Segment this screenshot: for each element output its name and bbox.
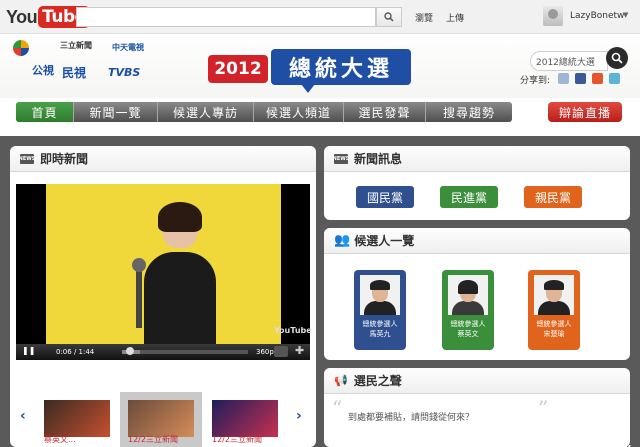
video-progress-bar[interactable]: [122, 347, 248, 355]
megaphone-icon: 📢: [334, 374, 348, 387]
nav-item-voices[interactable]: 選民發聲: [344, 102, 426, 122]
pts-logo-text: 公視: [32, 64, 54, 77]
video-frame: [46, 184, 281, 344]
youtube-top-bar: You Tube 瀏覽 上傳 LazyBonetw ▼: [0, 0, 640, 34]
chevron-right-icon[interactable]: ›: [296, 408, 302, 424]
nav-item-trends[interactable]: 搜尋趨勢: [426, 102, 512, 122]
live-news-header: NEWS 即時新聞: [10, 146, 316, 172]
youtube-watermark: YouTube: [274, 326, 312, 335]
avatar[interactable]: [543, 6, 563, 26]
upload-link[interactable]: 上傳: [446, 11, 464, 24]
news-info-header: NEWS 新聞訊息: [324, 146, 630, 172]
candidate-photo: [360, 275, 400, 315]
watermark-right: @ sogi.com.tw: [556, 428, 631, 447]
thumbnail-1-label[interactable]: 蔡英文...: [44, 434, 114, 445]
site-search-button[interactable]: [606, 47, 628, 69]
people-icon: 👥: [334, 233, 351, 248]
thumbnail-1[interactable]: [44, 400, 110, 437]
speaker-image: [144, 202, 216, 344]
pts-logo[interactable]: [10, 38, 32, 60]
thumbnail-2-label[interactable]: 12/2三立新聞: [128, 434, 198, 445]
candidate-card-ma[interactable]: 總統參選人 馬英九: [354, 270, 406, 350]
live-news-title: 即時新聞: [40, 152, 89, 166]
candidate-card-soong[interactable]: 總統參選人 宋楚瑜: [528, 270, 580, 350]
candidate-name: 馬英九: [369, 330, 391, 338]
thumbnail-2[interactable]: [128, 400, 194, 437]
main-nav: 首頁 新聞一覽 候選人專訪 候選人頻道 選民發聲 搜尋趨勢: [16, 102, 512, 122]
share-twitter-icon[interactable]: [609, 73, 620, 84]
progress-handle[interactable]: [125, 347, 134, 355]
ftv-logo[interactable]: 民視: [62, 64, 86, 81]
thumbnail-3[interactable]: [212, 400, 278, 437]
candidates-header: 👥 候選人一覽: [324, 228, 630, 254]
site-search-input[interactable]: 2012總統大選: [530, 51, 608, 71]
candidate-card-tsai[interactable]: 總統參選人 蔡英文: [442, 270, 494, 350]
candidate-name: 蔡英文: [457, 330, 479, 338]
candidates-title: 候選人一覽: [354, 234, 415, 248]
candidate-name: 宋楚瑜: [543, 330, 565, 338]
share-facebook-icon[interactable]: [575, 73, 586, 84]
search-icon: [384, 12, 394, 22]
party-kmt-button[interactable]: 國民黨: [356, 186, 414, 208]
open-quote-icon: “: [332, 396, 343, 420]
nav-item-news[interactable]: 新聞一覽: [74, 102, 158, 122]
youtube-search-button[interactable]: [376, 7, 402, 27]
nav-item-channels[interactable]: 候選人頻道: [254, 102, 344, 122]
logo-you-text: You: [6, 6, 38, 27]
ctitv-logo[interactable]: 中天電視: [112, 42, 144, 53]
chevron-down-icon[interactable]: ▼: [623, 11, 628, 19]
voter-voice-header: 📢 選民之聲: [324, 368, 630, 394]
nav-item-home[interactable]: 首頁: [16, 102, 74, 122]
page-title: 總統大選: [271, 49, 411, 93]
share-label: 分享到:: [520, 76, 551, 86]
voter-voice-title: 選民之聲: [353, 374, 402, 388]
nav-item-interviews[interactable]: 候選人專訪: [158, 102, 254, 122]
video-controls: ❚❚ 0:06 / 1:44 360p ✚: [16, 344, 310, 360]
close-quote-icon: ”: [538, 396, 549, 420]
video-thumbnails: ‹ 蔡英文... 12/2三立新聞 12/2三立新聞 ›: [16, 390, 310, 447]
video-time: 0:06 / 1:44: [56, 348, 95, 356]
username[interactable]: LazyBonetw: [570, 11, 624, 21]
election-year: 2012: [208, 55, 268, 83]
news-info-title: 新聞訊息: [354, 152, 403, 166]
fullscreen-icon[interactable]: ✚: [295, 344, 304, 357]
news-info-panel: NEWS 新聞訊息: [324, 146, 630, 220]
party-dpp-button[interactable]: 民進黨: [440, 186, 498, 208]
quality-selector[interactable]: 360p: [256, 348, 274, 356]
voter-quote[interactable]: 到處都要補貼，請問錢從何來？: [348, 410, 474, 423]
thumbnail-3-label[interactable]: 12/2三立新聞: [212, 434, 282, 445]
election-header: 公視 三立新聞 中天電視 民視 TVBS 2012 總統大選 2012總統大選 …: [0, 34, 640, 98]
pts-logo-icon: [10, 38, 32, 60]
chevron-left-icon[interactable]: ‹: [20, 408, 26, 424]
news-icon: NEWS: [332, 153, 350, 164]
browse-link[interactable]: 瀏覽: [415, 11, 433, 24]
tvbs-logo[interactable]: TVBS: [108, 66, 140, 79]
candidate-photo: [448, 275, 488, 315]
party-pfp-button[interactable]: 親民黨: [524, 186, 582, 208]
candidate-role: 總統參選人: [536, 320, 572, 328]
share-plurk-icon[interactable]: [558, 73, 569, 84]
youtube-search-input[interactable]: [76, 7, 376, 27]
candidate-role: 總統參選人: [362, 320, 398, 328]
video-player[interactable]: YouTube: [16, 184, 312, 360]
candidate-photo: [534, 275, 574, 315]
live-debate-button[interactable]: 辯論直播: [548, 102, 622, 122]
set-news-logo[interactable]: 三立新聞: [60, 40, 92, 51]
watermark-left: green_tw: [492, 428, 549, 441]
pause-icon[interactable]: ❚❚: [22, 346, 35, 355]
candidate-role: 總統參選人: [450, 320, 486, 328]
news-icon: NEWS: [18, 153, 36, 164]
popout-icon[interactable]: [274, 346, 288, 357]
search-icon: [611, 52, 623, 64]
share-plurk-p-icon[interactable]: [592, 73, 603, 84]
microphone-image: [132, 258, 146, 328]
